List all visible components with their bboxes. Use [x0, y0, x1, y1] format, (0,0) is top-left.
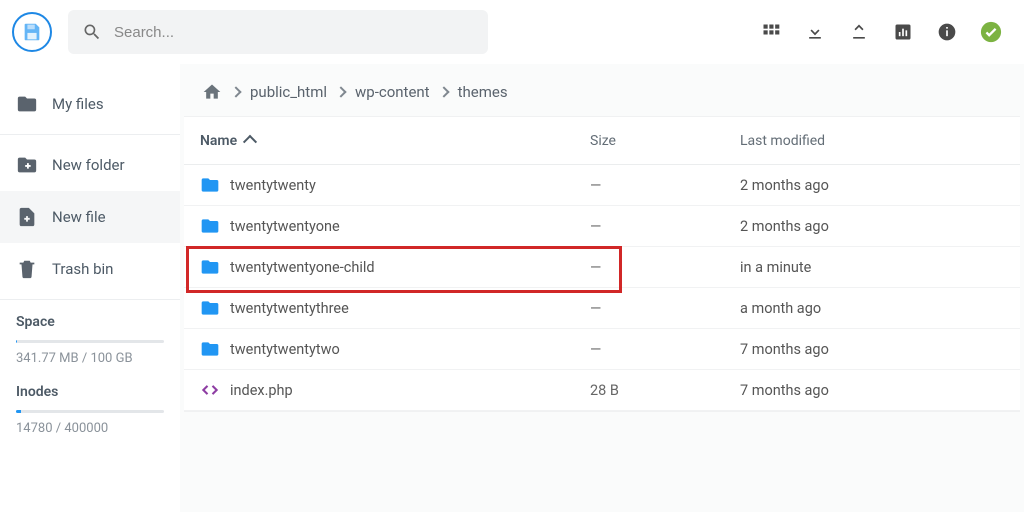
folder-icon	[200, 216, 220, 236]
sidebar-item-trash[interactable]: Trash bin	[0, 243, 180, 295]
folder-icon	[200, 298, 220, 318]
file-modified: 2 months ago	[740, 177, 1020, 194]
file-modified: in a minute	[740, 259, 1020, 276]
table-row[interactable]: index.php28 B7 months ago	[184, 370, 1020, 411]
breadcrumb: public_html wp-content themes	[180, 72, 1024, 116]
space-title: Space	[16, 314, 164, 330]
sidebar-item-label: New folder	[52, 156, 125, 174]
chevron-right-icon	[438, 86, 449, 97]
new-folder-icon	[16, 154, 38, 176]
sidebar-item-label: My files	[52, 95, 104, 113]
sidebar-item-label: Trash bin	[52, 260, 113, 278]
file-size: —	[590, 177, 740, 194]
new-file-icon	[16, 206, 38, 228]
breadcrumb-item[interactable]: themes	[458, 83, 508, 101]
table-row[interactable]: twentytwentytwo—7 months ago	[184, 329, 1020, 370]
chevron-right-icon	[335, 86, 346, 97]
column-size-header[interactable]: Size	[590, 133, 740, 149]
app-logo[interactable]	[12, 12, 52, 52]
code-file-icon	[200, 380, 220, 400]
sidebar-item-new-folder[interactable]: New folder	[0, 139, 180, 191]
file-name: index.php	[230, 382, 590, 399]
table-row[interactable]: twentytwentyone-child—in a minute	[184, 247, 1020, 288]
file-table: Name Size Last modified twentytwenty—2 m…	[184, 116, 1020, 412]
folder-icon	[200, 257, 220, 277]
file-name: twentytwentytwo	[230, 341, 590, 358]
breadcrumb-item[interactable]: public_html	[250, 83, 327, 101]
space-value: 341.77 MB / 100 GB	[16, 351, 164, 366]
table-header: Name Size Last modified	[184, 117, 1020, 165]
file-size: —	[590, 341, 740, 358]
inodes-value: 14780 / 400000	[16, 421, 164, 436]
file-modified: 7 months ago	[740, 382, 1020, 399]
view-grid-button[interactable]	[760, 21, 782, 43]
download-button[interactable]	[804, 21, 826, 43]
floppy-disk-icon	[21, 21, 43, 43]
home-icon[interactable]	[202, 82, 222, 102]
sort-asc-icon	[245, 134, 259, 148]
info-button[interactable]	[936, 21, 958, 43]
table-row[interactable]: twentytwentythree—a month ago	[184, 288, 1020, 329]
folder-icon	[16, 93, 38, 115]
sidebar-item-new-file[interactable]: New file	[0, 191, 180, 243]
file-size: —	[590, 300, 740, 317]
upload-button[interactable]	[848, 21, 870, 43]
file-name: twentytwenty	[230, 177, 590, 194]
file-size: —	[590, 218, 740, 235]
folder-icon	[200, 339, 220, 359]
column-modified-header[interactable]: Last modified	[740, 133, 1020, 149]
table-row[interactable]: twentytwenty—2 months ago	[184, 165, 1020, 206]
chevron-right-icon	[230, 86, 241, 97]
sidebar-item-my-files[interactable]: My files	[0, 78, 180, 130]
sidebar: My files New folder New file Trash bin S…	[0, 64, 180, 512]
file-size: —	[590, 259, 740, 276]
file-modified: a month ago	[740, 300, 1020, 317]
folder-icon	[200, 175, 220, 195]
sidebar-item-label: New file	[52, 208, 106, 226]
trash-icon	[16, 258, 38, 280]
file-modified: 2 months ago	[740, 218, 1020, 235]
search-input[interactable]	[114, 24, 474, 41]
space-bar	[16, 340, 164, 343]
table-row[interactable]: twentytwentyone—2 months ago	[184, 206, 1020, 247]
column-name-header[interactable]: Name	[200, 133, 590, 149]
inodes-title: Inodes	[16, 384, 164, 400]
breadcrumb-item[interactable]: wp-content	[355, 83, 430, 101]
search-icon	[82, 22, 102, 42]
check-button[interactable]	[980, 21, 1002, 43]
file-size: 28 B	[590, 382, 740, 399]
file-name: twentytwentythree	[230, 300, 590, 317]
inodes-bar	[16, 410, 164, 413]
file-name: twentytwentyone	[230, 218, 590, 235]
stats-button[interactable]	[892, 21, 914, 43]
file-modified: 7 months ago	[740, 341, 1020, 358]
file-name: twentytwentyone-child	[230, 259, 590, 276]
search-box[interactable]	[68, 10, 488, 54]
